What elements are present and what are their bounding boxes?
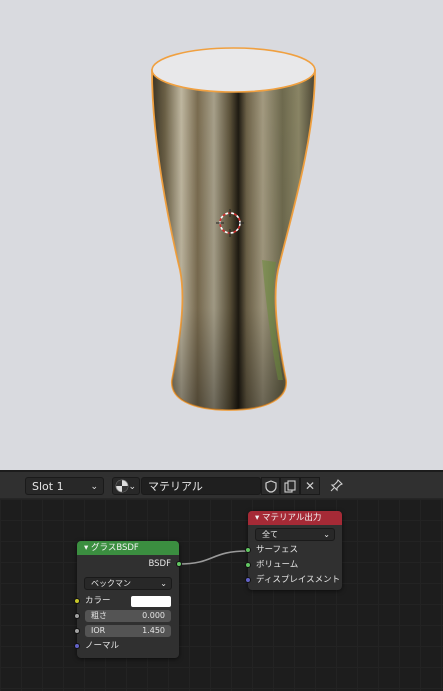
roughness-input-socket[interactable]	[74, 613, 80, 619]
bsdf-output-row: BSDF	[77, 557, 182, 572]
node-link	[178, 550, 249, 565]
displacement-label: ディスプレイスメント	[256, 575, 341, 585]
volume-row: ボリューム	[245, 558, 342, 573]
normal-input-socket[interactable]	[74, 643, 80, 649]
surface-row: サーフェス	[245, 543, 342, 558]
collapse-arrow-icon[interactable]: ▾	[84, 543, 88, 553]
material-sphere-icon	[115, 479, 129, 493]
roughness-label: 粗さ	[91, 611, 107, 620]
chevron-down-icon: ⌄	[323, 530, 330, 539]
target-dropdown[interactable]: 全て ⌄	[255, 528, 335, 541]
surface-input-socket[interactable]	[245, 547, 251, 553]
glass-render	[151, 47, 316, 411]
bsdf-output-socket[interactable]	[176, 561, 182, 567]
shield-icon	[264, 480, 277, 493]
duplicate-material-button[interactable]	[280, 477, 300, 495]
color-swatch[interactable]	[131, 596, 171, 607]
distribution-value: ベックマン	[91, 579, 131, 588]
chevron-down-icon: ⌄	[90, 482, 98, 492]
roughness-value: 0.000	[142, 611, 165, 620]
collapse-arrow-icon[interactable]: ▾	[255, 513, 259, 523]
ior-label: IOR	[91, 626, 106, 635]
normal-label: ノーマル	[85, 641, 120, 651]
target-value: 全て	[262, 530, 278, 539]
volume-input-socket[interactable]	[245, 562, 251, 568]
material-output-node[interactable]: ▾ マテリアル出力 全て ⌄ サーフェス ボリューム ディスプレイスメント	[245, 511, 342, 590]
duplicate-icon	[283, 480, 296, 493]
fake-user-button[interactable]	[261, 477, 280, 495]
roughness-field[interactable]: 粗さ 0.000	[85, 610, 171, 622]
chevron-down-icon: ⌄	[128, 482, 136, 492]
slot-label: Slot 1	[32, 480, 64, 493]
output-label: BSDF	[148, 559, 171, 569]
material-browse-button[interactable]: ⌄	[112, 477, 140, 495]
node-title: マテリアル出力	[261, 513, 322, 523]
pin-icon	[330, 479, 343, 492]
close-icon: ✕	[304, 479, 316, 493]
ior-row: IOR 1.450	[74, 624, 179, 639]
chevron-down-icon: ⌄	[160, 579, 167, 588]
distribution-dropdown[interactable]: ベックマン ⌄	[84, 577, 172, 590]
3d-viewport[interactable]	[0, 0, 443, 470]
node-canvas[interactable]: ▾ グラスBSDF BSDF ベックマン ⌄ カラー 粗さ 0.000 IOR	[0, 499, 443, 691]
ior-input-socket[interactable]	[74, 628, 80, 634]
displacement-row: ディスプレイスメント	[245, 573, 342, 588]
material-name: マテリアル	[148, 480, 203, 493]
material-name-field[interactable]: マテリアル	[141, 477, 261, 495]
displacement-input-socket[interactable]	[245, 577, 251, 583]
glass-bsdf-node[interactable]: ▾ グラスBSDF BSDF ベックマン ⌄ カラー 粗さ 0.000 IOR	[74, 541, 182, 658]
pin-button[interactable]	[326, 477, 346, 495]
normal-row: ノーマル	[74, 639, 179, 654]
unlink-material-button[interactable]: ✕	[300, 477, 320, 495]
color-input-socket[interactable]	[74, 598, 80, 604]
color-row: カラー	[74, 594, 179, 609]
color-label: カラー	[85, 596, 111, 606]
ior-field[interactable]: IOR 1.450	[85, 625, 171, 637]
roughness-row: 粗さ 0.000	[74, 609, 179, 624]
volume-label: ボリューム	[256, 560, 299, 570]
glass-rim	[151, 47, 316, 93]
node-title: グラスBSDF	[90, 543, 139, 553]
slot-dropdown[interactable]: Slot 1 ⌄	[25, 477, 104, 495]
node-header[interactable]: ▾ マテリアル出力	[248, 511, 342, 525]
node-header[interactable]: ▾ グラスBSDF	[77, 541, 179, 555]
surface-label: サーフェス	[256, 545, 298, 555]
ior-value: 1.450	[142, 626, 165, 635]
